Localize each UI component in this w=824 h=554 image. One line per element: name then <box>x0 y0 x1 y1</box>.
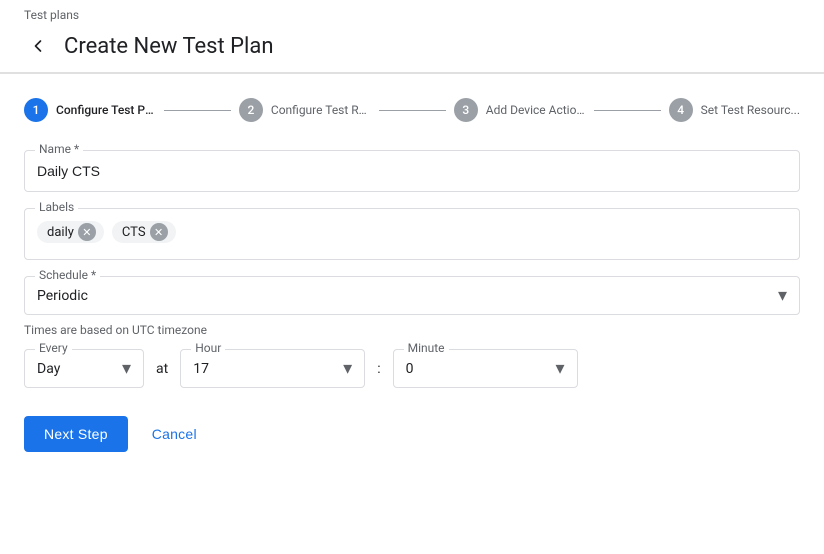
schedule-label: Schedule <box>35 268 100 282</box>
chip-daily-close[interactable]: ✕ <box>78 223 96 241</box>
labels-field: Labels daily ✕ CTS ✕ <box>24 208 800 260</box>
chip-cts-close[interactable]: ✕ <box>150 223 168 241</box>
chip-cts: CTS ✕ <box>112 221 176 243</box>
hour-value: 17 <box>193 361 209 377</box>
schedule-value: Periodic <box>37 288 88 304</box>
labels-label: Labels <box>35 200 78 214</box>
every-chevron-icon: ▾ <box>122 358 131 379</box>
next-step-button[interactable]: Next Step <box>24 416 128 452</box>
step-4: 4 Set Test Resourc... <box>669 98 800 122</box>
step-2-circle: 2 <box>239 98 263 122</box>
step-2: 2 Configure Test Ru... <box>239 98 371 122</box>
step-3-label: Add Device Actio... <box>486 103 586 117</box>
timezone-hint: Times are based on UTC timezone <box>24 323 800 337</box>
minute-field[interactable]: Minute 0 ▾ <box>393 349 578 388</box>
step-4-circle: 4 <box>669 98 693 122</box>
at-label: at <box>156 361 168 377</box>
step-1: 1 Configure Test Pl... <box>24 98 156 122</box>
chip-cts-text: CTS <box>122 225 146 240</box>
minute-chevron-icon: ▾ <box>556 358 565 379</box>
hour-label: Hour <box>191 341 225 355</box>
minute-select-wrapper: 0 ▾ <box>406 358 565 379</box>
schedule-field[interactable]: Schedule Periodic ▾ <box>24 276 800 315</box>
top-bar: Test plans Create New Test Plan <box>0 0 824 73</box>
page-container: Test plans Create New Test Plan 1 Config… <box>0 0 824 554</box>
step-connector-3 <box>594 110 661 111</box>
step-1-circle: 1 <box>24 98 48 122</box>
name-field: Name <box>24 150 800 192</box>
schedule-select-wrapper: Periodic ▾ <box>37 285 787 306</box>
step-3: 3 Add Device Actio... <box>454 98 586 122</box>
chip-daily: daily ✕ <box>37 221 104 243</box>
every-select-wrapper: Day ▾ <box>37 358 131 379</box>
periodic-row: Every Day ▾ at Hour 17 ▾ : Minute 0 <box>24 349 800 388</box>
schedule-chevron-icon: ▾ <box>778 285 787 306</box>
back-button[interactable] <box>24 32 52 60</box>
every-value: Day <box>37 361 60 377</box>
step-4-label: Set Test Resourc... <box>701 103 800 117</box>
hour-chevron-icon: ▾ <box>343 358 352 379</box>
page-title-row: Create New Test Plan <box>24 26 800 66</box>
step-connector-1 <box>164 110 231 111</box>
step-1-label: Configure Test Pl... <box>56 103 156 117</box>
main-content: 1 Configure Test Pl... 2 Configure Test … <box>0 74 824 554</box>
colon-separator: : <box>377 361 380 377</box>
hour-field[interactable]: Hour 17 ▾ <box>180 349 365 388</box>
every-field[interactable]: Every Day ▾ <box>24 349 144 388</box>
step-2-label: Configure Test Ru... <box>271 103 371 117</box>
minute-value: 0 <box>406 361 414 377</box>
cancel-button[interactable]: Cancel <box>144 416 205 452</box>
name-label: Name <box>35 142 83 156</box>
hour-select-wrapper: 17 ▾ <box>193 358 352 379</box>
name-input[interactable] <box>37 159 787 183</box>
step-3-circle: 3 <box>454 98 478 122</box>
chip-daily-text: daily <box>47 225 74 240</box>
every-label: Every <box>35 341 72 355</box>
stepper: 1 Configure Test Pl... 2 Configure Test … <box>24 98 800 122</box>
actions: Next Step Cancel <box>24 412 800 452</box>
breadcrumb: Test plans <box>24 8 800 22</box>
labels-content: daily ✕ CTS ✕ <box>37 217 787 243</box>
minute-label: Minute <box>404 341 449 355</box>
page-title: Create New Test Plan <box>64 34 274 59</box>
step-connector-2 <box>379 110 446 111</box>
